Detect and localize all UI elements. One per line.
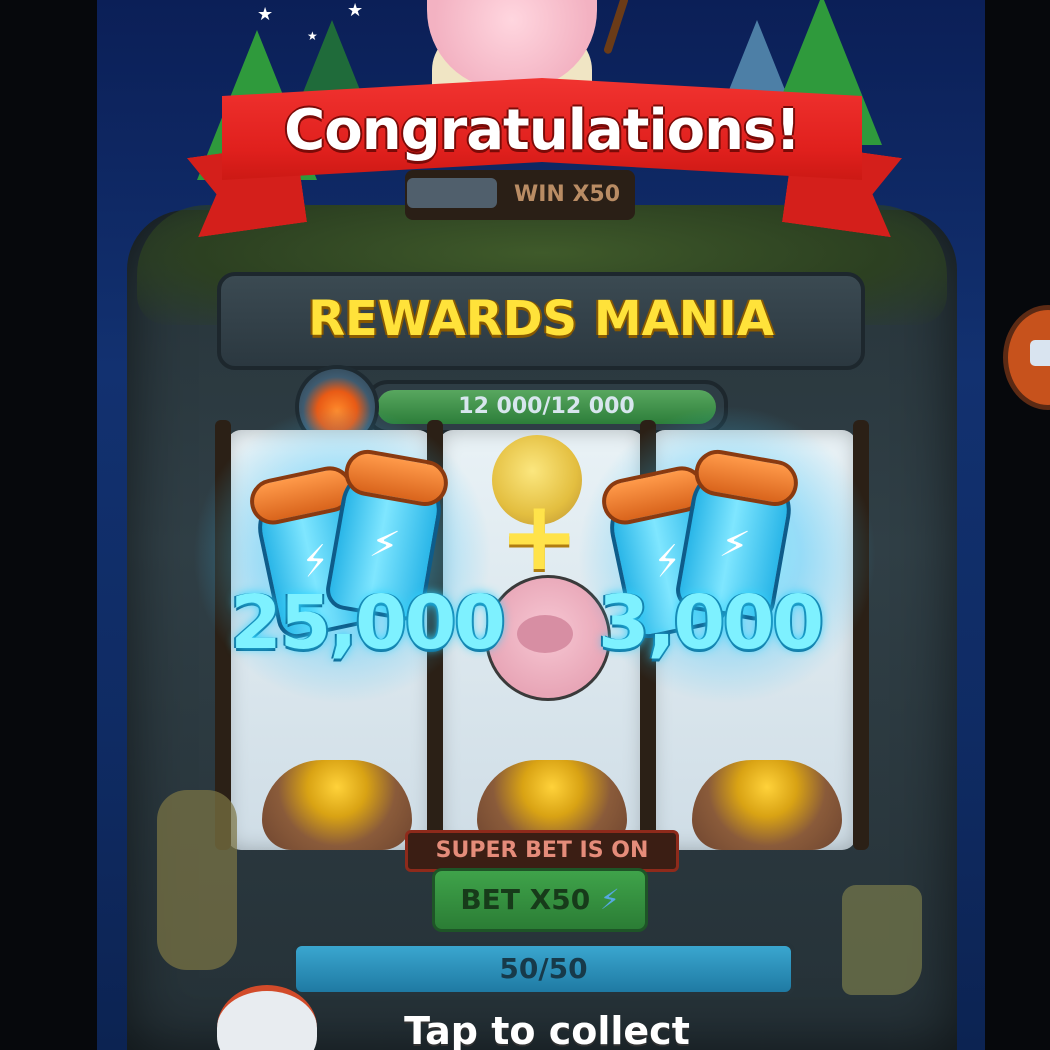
side-menu-button[interactable] (1003, 305, 1050, 410)
plus-sign: + (499, 480, 580, 592)
screen-icon (1030, 340, 1050, 366)
pig-snout (517, 615, 573, 653)
scarecrow-decoration (157, 790, 237, 970)
congratulations-text: Congratulations! (284, 98, 801, 163)
bet-button[interactable]: BET X50 ⚡ (432, 868, 648, 932)
reward-amount-left: 25,000 (230, 580, 506, 666)
pig-stick (602, 0, 630, 55)
boot-decoration (842, 885, 922, 995)
win-screen (407, 178, 497, 208)
spins-count: 50/50 (499, 952, 588, 985)
win-multiplier-label: WIN X50 (513, 182, 621, 207)
star-icon: ★ (257, 4, 274, 25)
machine-title: REWARDS MANIA (308, 291, 774, 347)
star-icon: ★ (347, 0, 364, 21)
bet-button-label: BET X50 (460, 883, 591, 916)
super-bet-label: SUPER BET IS ON (405, 830, 679, 872)
lightning-icon: ⚡ (599, 883, 620, 916)
coin-bag-icon (262, 760, 412, 850)
reward-amount-right: 3,000 (597, 580, 824, 666)
game-screen[interactable]: ★ ★ ★ WIN X50 Congratulations! REWARDS M… (97, 0, 985, 1050)
coin-bag-icon (692, 760, 842, 850)
tap-to-collect-prompt[interactable]: Tap to collect (297, 1006, 797, 1050)
